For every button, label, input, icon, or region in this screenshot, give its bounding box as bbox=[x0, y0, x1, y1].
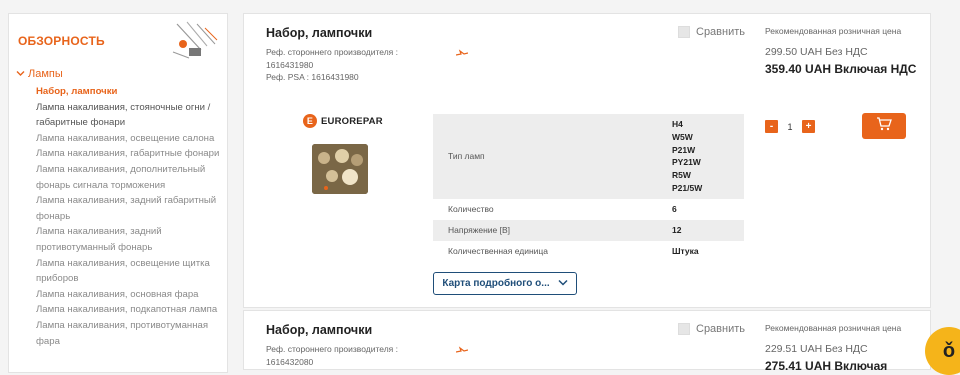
spec-label: Напряжение [В] bbox=[433, 219, 672, 241]
price-block: Рекомендованная розничная цена 229.51 UA… bbox=[765, 323, 925, 375]
compare-toggle[interactable]: Сравнить bbox=[678, 323, 745, 335]
spec-value-item: R5W bbox=[672, 170, 691, 181]
sidebar-item[interactable]: Лампа накаливания, противотуманная фара bbox=[36, 318, 221, 349]
sidebar-item[interactable]: Лампа накаливания, подкапотная лампа bbox=[36, 302, 221, 318]
sidebar-item[interactable]: Набор, лампочки bbox=[36, 84, 221, 100]
product-title[interactable]: Набор, лампочки bbox=[266, 26, 372, 40]
details-button[interactable]: Карта подробного о... bbox=[433, 272, 577, 295]
sidebar-item[interactable]: Лампа накаливания, задний противотуманны… bbox=[36, 224, 221, 255]
spec-label: Количество bbox=[448, 204, 494, 215]
sidebar-item[interactable]: Лампа накаливания, габаритные фонари bbox=[36, 146, 221, 162]
compare-label: Сравнить bbox=[696, 26, 746, 38]
brand-logo: E EUROREPAR bbox=[303, 114, 383, 128]
sidebar-item[interactable]: Лампа накаливания, освещение щитка прибо… bbox=[36, 256, 221, 287]
sidebar-item[interactable]: Лампа накаливания, задний габаритный фон… bbox=[36, 193, 221, 224]
category-illustration-icon bbox=[172, 21, 218, 59]
spec-row: Тип ламп H4 W5W P21W PY21W R5W P21/5W bbox=[433, 114, 744, 199]
sidebar-title: ОБЗОРНОСТЬ bbox=[18, 34, 105, 48]
product-references: Реф. стороннего производителя : 16164319… bbox=[266, 46, 416, 84]
spec-value-item: PY21W bbox=[672, 157, 701, 168]
spark-icon bbox=[455, 346, 469, 359]
spec-label: Количественная единица bbox=[448, 246, 549, 257]
sidebar: ОБЗОРНОСТЬ Лампы Набор, лампочки Лампа н… bbox=[8, 13, 228, 373]
reference-line: 1616431980 bbox=[266, 59, 314, 70]
reference-line: Реф. стороннего производителя : bbox=[266, 344, 398, 354]
spec-value: Штука bbox=[672, 246, 699, 257]
increase-button[interactable]: + bbox=[802, 120, 815, 133]
price-block: Рекомендованная розничная цена 299.50 UA… bbox=[765, 26, 925, 78]
price-net: 299.50 UAH Без НДС bbox=[765, 46, 868, 58]
add-to-cart-button[interactable] bbox=[862, 113, 906, 139]
reference-line: Реф. стороннего производителя : bbox=[266, 47, 398, 57]
quantity-stepper: - 1 + bbox=[765, 120, 815, 133]
sidebar-group-label: Лампы bbox=[28, 68, 63, 80]
product-title[interactable]: Набор, лампочки bbox=[266, 323, 372, 337]
brand-name: EUROREPAR bbox=[321, 115, 383, 127]
spec-value-item: W5W bbox=[672, 131, 693, 142]
spec-table: Тип ламп H4 W5W P21W PY21W R5W P21/5W Ко… bbox=[433, 114, 744, 262]
reference-line: Реф. PSA : 1616431980 bbox=[266, 72, 359, 82]
decrease-button[interactable]: - bbox=[765, 120, 778, 133]
sidebar-item[interactable]: Лампа накаливания, освещение салона bbox=[36, 131, 221, 147]
price-gross: 359.40 UAH Включая НДС bbox=[765, 62, 917, 76]
chevron-down-icon bbox=[558, 278, 568, 289]
product-references: Реф. стороннего производителя : 16164320… bbox=[266, 343, 416, 368]
compare-toggle[interactable]: Сравнить bbox=[678, 26, 745, 38]
compare-checkbox[interactable] bbox=[678, 26, 690, 38]
cart-icon bbox=[876, 116, 892, 136]
sidebar-item[interactable]: Лампа накаливания, дополнительный фонарь… bbox=[36, 162, 221, 193]
chevron-down-icon bbox=[16, 68, 25, 80]
product-image[interactable] bbox=[312, 144, 368, 194]
product-card: Набор, лампочки Реф. стороннего производ… bbox=[243, 13, 931, 308]
brand-mark-icon: E bbox=[303, 114, 317, 128]
price-label: Рекомендованная розничная цена bbox=[765, 323, 902, 333]
assistant-icon: ǒ bbox=[942, 339, 956, 362]
price-net: 229.51 UAH Без НДС bbox=[765, 343, 868, 355]
price-gross: 275.41 UAH Включая bbox=[765, 359, 888, 373]
compare-checkbox[interactable] bbox=[678, 323, 690, 335]
spec-row: Напряжение [В] 12 bbox=[433, 219, 744, 241]
sidebar-item[interactable]: Лампа накаливания, основная фара bbox=[36, 287, 221, 303]
spec-value: 6 bbox=[672, 204, 677, 215]
spec-value-item: P21W bbox=[672, 144, 696, 155]
spec-value-item: H4 bbox=[672, 119, 683, 129]
compare-label: Сравнить bbox=[696, 323, 746, 335]
spec-row: Количественная единица Штука bbox=[433, 241, 744, 262]
details-button-label: Карта подробного о... bbox=[442, 278, 550, 289]
sidebar-group-lamps[interactable]: Лампы bbox=[16, 68, 63, 80]
spec-value: H4 W5W P21W PY21W R5W P21/5W bbox=[672, 114, 744, 199]
product-card: Набор, лампочки Реф. стороннего производ… bbox=[243, 310, 931, 373]
sidebar-category-list: Набор, лампочки Лампа накаливания, стоян… bbox=[36, 84, 221, 349]
quantity-value[interactable]: 1 bbox=[784, 122, 796, 132]
spark-icon bbox=[455, 49, 469, 62]
spec-value: 12 bbox=[672, 219, 744, 241]
spec-value-item: P21/5W bbox=[672, 182, 703, 193]
spec-row: Количество 6 bbox=[433, 199, 744, 220]
price-label: Рекомендованная розничная цена bbox=[765, 26, 902, 36]
reference-line: 1616432080 bbox=[266, 356, 314, 367]
sidebar-item[interactable]: Лампа накаливания, стояночные огни / габ… bbox=[36, 100, 221, 131]
spec-label: Тип ламп bbox=[433, 114, 672, 199]
